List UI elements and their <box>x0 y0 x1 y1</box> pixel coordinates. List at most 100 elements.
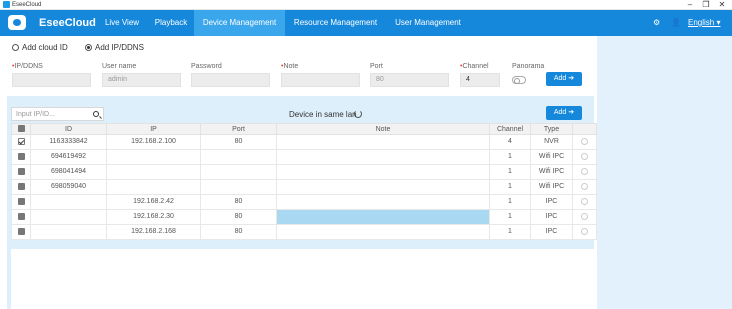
info-icon[interactable] <box>581 152 588 160</box>
cell-info[interactable] <box>572 194 597 210</box>
nav-resource-management[interactable]: Resource Management <box>285 10 386 36</box>
row-checkbox[interactable] <box>11 134 31 150</box>
username-field[interactable]: admin <box>102 73 181 87</box>
cell-info[interactable] <box>572 134 597 150</box>
cell-info[interactable] <box>572 164 597 180</box>
nav-device-management[interactable]: Device Management <box>194 10 285 36</box>
cell-id: 694619492 <box>30 149 107 165</box>
row-checkbox[interactable] <box>11 224 31 240</box>
cell-channel: 1 <box>489 194 531 210</box>
info-icon[interactable] <box>581 137 588 145</box>
cell-id: 698059040 <box>30 179 107 195</box>
language-select[interactable]: English ▾ <box>688 10 720 36</box>
close-button[interactable]: ✕ <box>712 0 732 10</box>
user-icon[interactable]: 👤 <box>671 10 681 36</box>
radio-off-icon <box>12 44 19 51</box>
cell-note[interactable] <box>276 179 490 195</box>
cell-note-editing[interactable] <box>276 209 490 225</box>
search-input[interactable]: Input IP/ID... <box>11 107 104 121</box>
add-device-button[interactable]: Add ➔ <box>546 72 582 86</box>
window-title: EseeCloud <box>12 2 42 8</box>
cell-type: Wifi IPC <box>530 164 573 180</box>
select-all-checkbox[interactable] <box>11 123 31 135</box>
cell-id <box>30 209 107 225</box>
cell-id: 1163333842 <box>30 134 107 150</box>
cell-note[interactable] <box>276 224 490 240</box>
cell-port <box>200 164 277 180</box>
checkbox-icon <box>17 152 25 160</box>
logo-icon <box>8 15 26 30</box>
cell-type: Wifi IPC <box>530 149 573 165</box>
logo-text: EseeCloud <box>39 17 96 29</box>
radio-add-cloud-id[interactable]: Add cloud ID <box>12 43 68 53</box>
nav-live-view[interactable]: Live View <box>96 10 148 36</box>
row-checkbox[interactable] <box>11 164 31 180</box>
row-checkbox[interactable] <box>11 149 31 165</box>
add-lan-device-button[interactable]: Add ➔ <box>546 106 582 120</box>
table-row[interactable]: 192.168.2.42 80 1 IPC <box>11 194 597 210</box>
note-field[interactable] <box>281 73 360 87</box>
table-row[interactable]: 698059040 1 Wifi IPC <box>11 179 597 195</box>
column-header-channel: Channel <box>489 123 531 135</box>
cell-type: IPC <box>530 224 573 240</box>
cell-port: 80 <box>200 209 277 225</box>
label-text: Channel <box>462 63 489 70</box>
column-header-id: ID <box>30 123 107 135</box>
column-header-ip: IP <box>106 123 201 135</box>
cell-note[interactable] <box>276 149 490 165</box>
search-placeholder: Input IP/ID... <box>16 111 55 118</box>
password-label: Password <box>191 63 222 70</box>
cell-info[interactable] <box>572 224 597 240</box>
cell-id <box>30 194 107 210</box>
cell-port <box>200 179 277 195</box>
row-checkbox[interactable] <box>11 179 31 195</box>
cell-type: IPC <box>530 209 573 225</box>
ip-ddns-field[interactable] <box>12 73 91 87</box>
table-row[interactable]: 192.168.2.168 80 1 IPC <box>11 224 597 240</box>
channel-label: •Channel <box>460 62 489 71</box>
label-text: IP/DDNS <box>14 63 43 70</box>
checkbox-icon <box>17 212 25 220</box>
settings-gear-icon[interactable]: ⚙ <box>653 10 660 36</box>
column-header-info <box>572 123 597 135</box>
checkbox-icon <box>17 197 25 205</box>
radio-add-ip-ddns[interactable]: Add IP/DDNS <box>85 43 144 53</box>
cell-note[interactable] <box>276 194 490 210</box>
lan-device-table: ID IP Port Note Channel Type 1163333842 … <box>11 123 597 240</box>
label-text: Note <box>283 63 299 70</box>
cell-info[interactable] <box>572 209 597 225</box>
search-icon[interactable] <box>93 111 99 117</box>
checkbox-icon <box>17 167 25 175</box>
cell-ip: 192.168.2.100 <box>106 134 201 150</box>
info-icon[interactable] <box>581 182 588 190</box>
cell-channel: 1 <box>489 149 531 165</box>
info-icon[interactable] <box>581 197 588 205</box>
channel-field[interactable]: 4 <box>460 73 500 87</box>
port-field[interactable]: 80 <box>370 73 449 87</box>
password-field[interactable] <box>191 73 270 87</box>
table-empty-area <box>11 249 596 309</box>
cell-info[interactable] <box>572 149 597 165</box>
info-icon[interactable] <box>581 167 588 175</box>
cell-note[interactable] <box>276 164 490 180</box>
cell-channel: 1 <box>489 164 531 180</box>
info-icon[interactable] <box>581 212 588 220</box>
refresh-icon[interactable] <box>354 110 362 118</box>
cell-ip <box>106 164 201 180</box>
cell-note[interactable] <box>276 134 490 150</box>
lan-title: Device in same lan <box>289 110 357 119</box>
table-header-row: ID IP Port Note Channel Type <box>11 123 597 135</box>
info-icon[interactable] <box>581 227 588 235</box>
nav-playback[interactable]: Playback <box>148 10 194 36</box>
table-row[interactable]: 698041494 1 Wifi IPC <box>11 164 597 180</box>
cell-ip <box>106 149 201 165</box>
row-checkbox[interactable] <box>11 194 31 210</box>
table-row[interactable]: 694619492 1 Wifi IPC <box>11 149 597 165</box>
table-row[interactable]: 1163333842 192.168.2.100 80 4 NVR <box>11 134 597 150</box>
panorama-toggle[interactable] <box>512 76 526 84</box>
row-checkbox[interactable] <box>11 209 31 225</box>
nav-user-management[interactable]: User Management <box>386 10 470 36</box>
checkbox-checked-icon <box>17 137 25 145</box>
table-row[interactable]: 192.168.2.30 80 1 IPC <box>11 209 597 225</box>
cell-info[interactable] <box>572 179 597 195</box>
